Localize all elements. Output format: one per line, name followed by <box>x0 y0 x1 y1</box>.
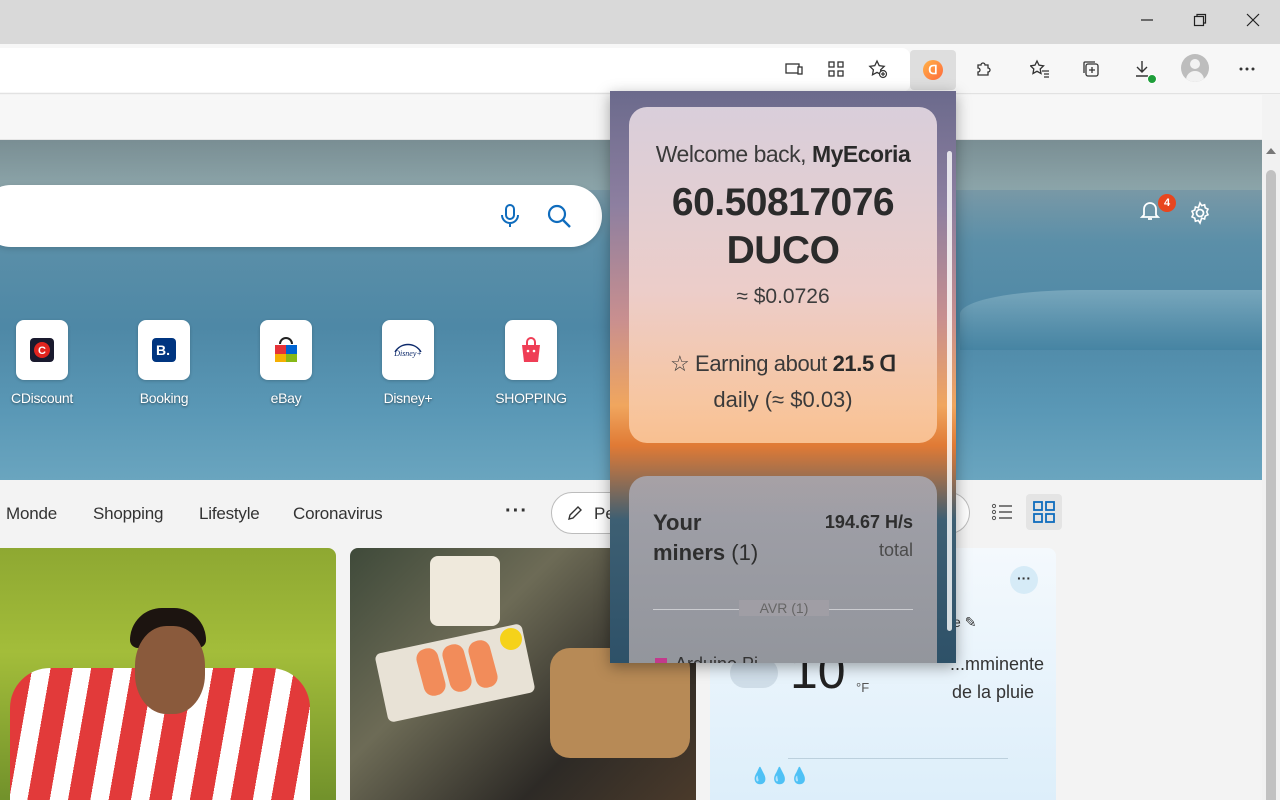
web-search-box[interactable] <box>0 185 602 247</box>
nav-item-coronavirus[interactable]: Coronavirus <box>293 504 383 524</box>
shortcut-label: CDiscount <box>11 390 73 406</box>
username: MyEcoria <box>811 141 911 167</box>
weather-unit: °F <box>856 680 870 695</box>
duco-symbol-icon: ᗡ <box>879 351 897 376</box>
gear-icon[interactable] <box>1188 201 1212 225</box>
minimize-button[interactable] <box>1120 0 1174 40</box>
restore-button[interactable] <box>1173 0 1227 40</box>
settings-more-button[interactable] <box>1234 56 1260 82</box>
favorites-icon <box>1030 59 1049 78</box>
news-card-football[interactable] <box>0 548 336 800</box>
scroll-up-arrow-icon[interactable] <box>1266 148 1276 154</box>
weather-forecast-line1: ...mminente <box>950 654 1045 674</box>
shortcut-tile-disney[interactable]: Disney+ Disney+ <box>363 320 453 406</box>
grid-view-icon <box>1033 501 1055 523</box>
address-bar[interactable] <box>0 48 910 92</box>
app-available-icon <box>785 63 803 75</box>
weather-menu-button[interactable]: ··· <box>1010 566 1038 594</box>
edit-pencil-icon[interactable]: ✎ <box>965 614 977 630</box>
favorites-button[interactable] <box>1027 56 1053 82</box>
microphone-icon[interactable] <box>498 203 522 229</box>
miners-title: Your miners (1) <box>653 510 759 565</box>
duco-extension-button[interactable]: ᗡ <box>910 50 956 90</box>
duco-wallet-popup: Welcome back, MyEcoria 60.50817076 DUCO … <box>610 91 956 663</box>
collections-icon <box>1083 61 1099 77</box>
extensions-button[interactable] <box>971 56 997 82</box>
download-complete-badge <box>1147 74 1157 84</box>
hero-shore <box>960 290 1262 350</box>
booking-icon: B. <box>138 320 190 380</box>
restore-icon <box>1193 13 1207 27</box>
grid-view-button[interactable] <box>1026 494 1062 530</box>
hashrate-total: 194.67 H/s total <box>824 512 913 560</box>
collections-button[interactable] <box>1078 56 1104 82</box>
svg-text:Disney+: Disney+ <box>393 349 422 358</box>
close-icon <box>1246 13 1260 27</box>
weather-forecast-line2: de la pluie <box>952 682 1035 702</box>
balance-value: 60.50817076 DUCO <box>671 181 895 272</box>
card-image-bag <box>550 648 690 758</box>
search-icon[interactable] <box>546 203 572 229</box>
minimize-icon <box>1141 19 1153 21</box>
rain-drops-icon: 💧💧💧 <box>750 768 810 785</box>
earning-line: ☆ Earning about 21.5 ᗡ <box>670 351 897 376</box>
balance-card: Welcome back, MyEcoria 60.50817076 DUCO … <box>629 107 937 443</box>
miner-row[interactable]: Arduino Pi... <box>655 654 773 663</box>
more-horizontal-icon <box>1239 67 1255 71</box>
balance-usd: ≈ $0.0726 <box>736 285 830 308</box>
page-scrollbar[interactable] <box>1262 140 1280 800</box>
profile-avatar[interactable] <box>1181 54 1209 82</box>
nav-item-lifestyle[interactable]: Lifestyle <box>199 504 260 524</box>
scrollbar-thumb[interactable] <box>1266 170 1276 800</box>
card-image-head <box>135 626 205 714</box>
card-image-plate <box>430 556 500 626</box>
shortcut-label: Disney+ <box>383 390 433 406</box>
title-bar <box>0 0 1280 44</box>
miners-card: Your miners (1) 194.67 H/s total AVR (1)… <box>629 476 937 663</box>
cdiscount-icon: C <box>16 320 68 380</box>
nav-item-shopping[interactable]: Shopping <box>93 504 163 524</box>
svg-text:C: C <box>38 345 46 357</box>
duco-logo-icon: ᗡ <box>923 60 943 80</box>
nav-item-monde[interactable]: Monde <box>6 504 57 524</box>
add-favorite-button[interactable] <box>865 56 891 82</box>
shortcut-label: eBay <box>270 390 302 406</box>
notification-count-badge: 4 <box>1158 194 1176 212</box>
welcome-text: Welcome back, MyEcoria <box>655 141 911 167</box>
star-add-icon <box>868 59 888 79</box>
puzzle-icon <box>977 62 991 76</box>
svg-text:B.: B. <box>156 342 170 358</box>
shortcut-label: SHOPPING <box>495 390 567 406</box>
qr-code-button[interactable] <box>823 56 849 82</box>
nav-more-button[interactable]: ··· <box>505 500 528 523</box>
shortcut-tile-booking[interactable]: B. Booking <box>119 320 209 406</box>
ebay-icon <box>260 320 312 380</box>
weather-chart-line <box>788 758 1008 759</box>
shortcut-tile-ebay[interactable]: eBay <box>241 320 331 406</box>
qr-code-icon <box>828 61 844 77</box>
card-image-lemon <box>500 628 522 650</box>
app-available-button[interactable] <box>781 56 807 82</box>
shortcut-tile-cdiscount[interactable]: C CDiscount <box>0 320 87 406</box>
miner-group-label: AVR (1) <box>739 600 829 616</box>
close-button[interactable] <box>1226 0 1280 40</box>
shortcut-label: Booking <box>139 390 189 406</box>
downloads-button[interactable] <box>1129 56 1157 84</box>
disney-plus-icon: Disney+ <box>382 320 434 380</box>
browser-toolbar: ᗡ <box>0 44 1280 94</box>
star-icon: ☆ <box>670 351 690 376</box>
list-view-icon[interactable] <box>990 500 1014 524</box>
shortcut-tile-shopping[interactable]: SHOPPING <box>486 320 576 406</box>
earning-daily: daily (≈ $0.03) <box>713 387 853 412</box>
popup-scrollbar[interactable] <box>947 151 952 631</box>
pencil-icon <box>568 506 582 520</box>
shopping-bag-icon <box>505 320 557 380</box>
